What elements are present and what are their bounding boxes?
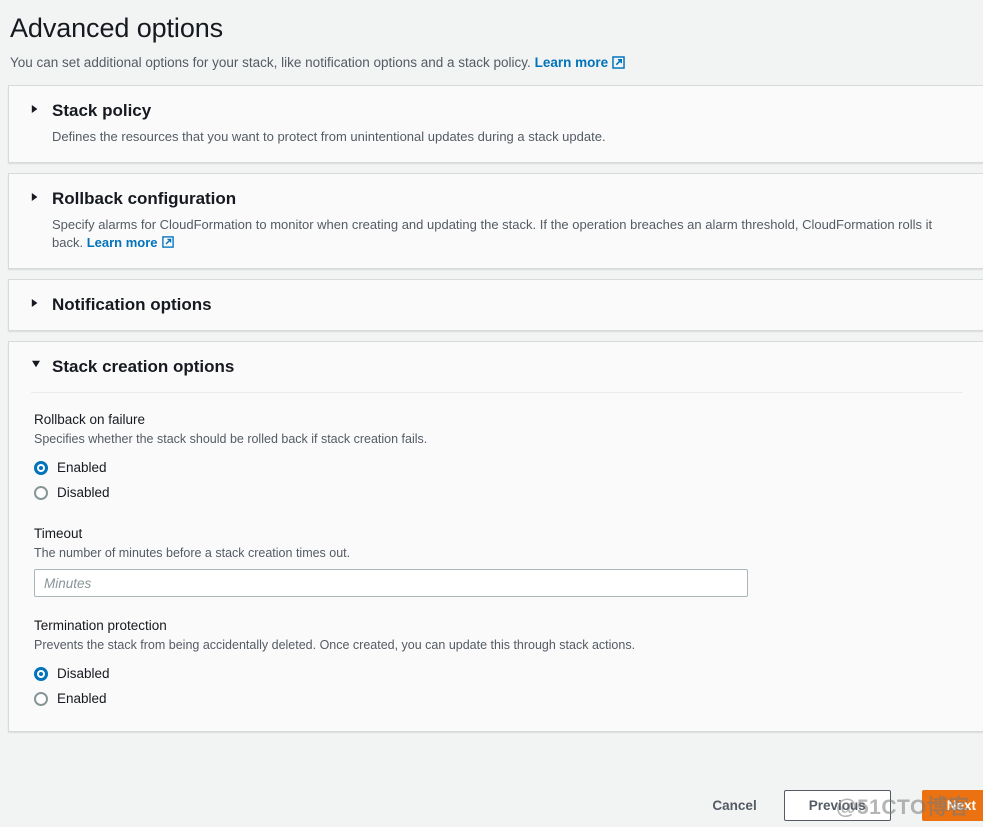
rollback-learn-more-label: Learn more: [86, 235, 158, 250]
radio-rollback-enabled[interactable]: Enabled: [34, 455, 963, 480]
radio-termination-enabled-label: Enabled: [57, 690, 107, 706]
section-rollback-configuration-title: Rollback configuration: [52, 189, 237, 208]
learn-more-link[interactable]: Learn more: [535, 55, 626, 70]
radio-termination-disabled[interactable]: Disabled: [34, 661, 963, 686]
radio-button-selected-icon[interactable]: [34, 460, 48, 475]
radio-rollback-disabled-label: Disabled: [57, 484, 110, 500]
radio-button-unselected-icon[interactable]: [34, 691, 48, 706]
learn-more-label: Learn more: [534, 55, 609, 70]
timeout-label: Timeout: [34, 526, 83, 541]
radio-termination-enabled[interactable]: Enabled: [34, 686, 963, 711]
section-stack-creation-options-title: Stack creation options: [52, 357, 235, 376]
section-stack-policy[interactable]: Stack policy Defines the resources that …: [8, 85, 983, 163]
rollback-on-failure-hint: Specifies whether the stack should be ro…: [34, 432, 428, 446]
radio-rollback-disabled[interactable]: Disabled: [34, 480, 963, 505]
rollback-on-failure-label: Rollback on failure: [34, 412, 146, 427]
radio-termination-disabled-label: Disabled: [57, 665, 110, 681]
field-timeout: Timeout The number of minutes before a s…: [34, 525, 963, 597]
termination-protection-hint: Prevents the stack from being accidental…: [34, 638, 636, 652]
cancel-button[interactable]: Cancel: [698, 792, 770, 819]
section-rollback-configuration-description: Specify alarms for CloudFormation to mon…: [52, 216, 963, 252]
triangle-right-icon: [31, 100, 45, 114]
triangle-down-icon: [31, 356, 45, 368]
stack-creation-options-body: Rollback on failure Specifies whether th…: [31, 392, 963, 721]
previous-button[interactable]: Previous: [783, 789, 891, 821]
section-stack-creation-options[interactable]: Stack creation options Rollback on failu…: [8, 341, 983, 732]
section-notification-options[interactable]: Notification options: [8, 279, 983, 331]
external-link-icon: [161, 236, 175, 249]
timeout-input[interactable]: [34, 569, 748, 597]
page-header: Advanced options You can set additional …: [0, 0, 983, 72]
section-stack-creation-options-header[interactable]: Stack creation options: [31, 356, 963, 378]
external-link-icon: [612, 56, 625, 69]
section-rollback-configuration-description-text: Specify alarms for CloudFormation to mon…: [52, 217, 933, 250]
section-stack-policy-description: Defines the resources that you want to p…: [52, 129, 606, 144]
radio-rollback-enabled-label: Enabled: [57, 459, 107, 475]
section-stack-policy-title: Stack policy: [52, 101, 152, 120]
page-description: You can set additional options for your …: [10, 53, 983, 72]
rollback-learn-more-link[interactable]: Learn more: [87, 235, 175, 250]
next-button[interactable]: Next: [921, 789, 983, 821]
page-description-text: You can set additional options for your …: [10, 55, 531, 70]
section-rollback-configuration[interactable]: Rollback configuration Specify alarms fo…: [8, 173, 983, 269]
termination-protection-label: Termination protection: [34, 618, 167, 633]
radio-button-selected-icon[interactable]: [34, 666, 48, 681]
section-notification-options-header[interactable]: Notification options: [31, 294, 963, 316]
radio-button-unselected-icon[interactable]: [34, 485, 48, 500]
section-rollback-configuration-header[interactable]: Rollback configuration: [31, 188, 963, 210]
triangle-right-icon: [31, 294, 45, 308]
field-termination-protection: Termination protection Prevents the stac…: [34, 617, 963, 711]
wizard-footer: Cancel Previous Next: [0, 783, 983, 827]
section-stack-policy-header[interactable]: Stack policy: [31, 100, 963, 122]
triangle-right-icon: [31, 188, 45, 202]
page-title: Advanced options: [10, 13, 224, 43]
field-rollback-on-failure: Rollback on failure Specifies whether th…: [34, 411, 963, 505]
timeout-hint: The number of minutes before a stack cre…: [34, 546, 351, 560]
section-notification-options-title: Notification options: [52, 295, 212, 314]
